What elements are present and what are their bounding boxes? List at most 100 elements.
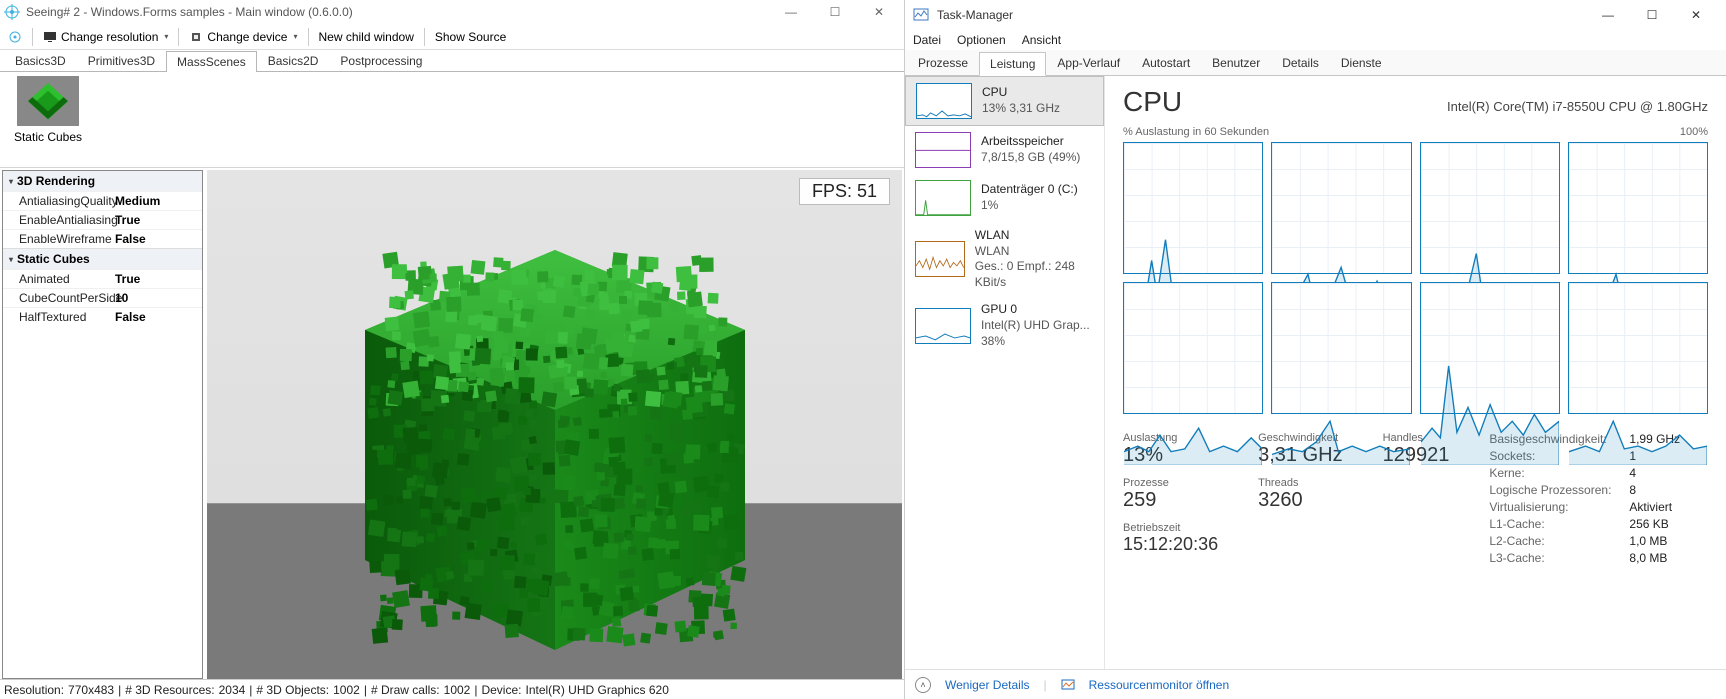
core-graph-4[interactable] bbox=[1123, 282, 1263, 414]
property-grid[interactable]: ▾3D Rendering AntialiasingQualityMedium … bbox=[2, 170, 203, 679]
chip-icon bbox=[189, 30, 203, 44]
sparkline-disk bbox=[915, 180, 971, 216]
panel-title: CPU bbox=[1123, 86, 1182, 118]
resmon-icon bbox=[1061, 678, 1075, 692]
3d-viewport[interactable]: FPS: 51 bbox=[207, 170, 902, 679]
tab-benutzer[interactable]: Benutzer bbox=[1201, 51, 1271, 75]
core-graphs[interactable] bbox=[1123, 142, 1708, 414]
status-objects-value: 1002 bbox=[333, 683, 360, 697]
graph-caption-left: % Auslastung in 60 Sekunden bbox=[1123, 126, 1269, 138]
toolbar: Change resolution▾ Change device▾ New ch… bbox=[0, 24, 904, 50]
sidebar-item-disk[interactable]: Datenträger 0 (C:)1% bbox=[905, 174, 1104, 222]
cube-mass bbox=[345, 240, 765, 660]
tab-postprocessing[interactable]: Postprocessing bbox=[329, 50, 433, 71]
minimize-button[interactable]: — bbox=[778, 5, 804, 19]
propgrid-row[interactable]: EnableWireframeFalse bbox=[3, 229, 202, 248]
sidebar-item-cpu[interactable]: CPU13% 3,31 GHz bbox=[905, 76, 1104, 126]
menubar: Datei Optionen Ansicht bbox=[905, 30, 1726, 50]
close-button[interactable]: ✕ bbox=[1674, 1, 1718, 29]
stat-threads: 3260 bbox=[1258, 489, 1342, 512]
task-manager-icon bbox=[913, 7, 929, 23]
sparkline-cpu bbox=[916, 83, 972, 119]
status-objects-label: # 3D Objects: bbox=[256, 683, 329, 697]
core-graph-6[interactable] bbox=[1420, 282, 1560, 414]
status-device-label: Device: bbox=[481, 683, 521, 697]
minimize-button[interactable]: — bbox=[1586, 1, 1630, 29]
cpu-panel: CPU Intel(R) Core(TM) i7-8550U CPU @ 1.8… bbox=[1105, 76, 1726, 669]
propgrid-row[interactable]: EnableAntialiasingTrue bbox=[3, 210, 202, 229]
tab-leistung[interactable]: Leistung bbox=[979, 52, 1046, 76]
tab-app-verlauf[interactable]: App-Verlauf bbox=[1046, 51, 1131, 75]
status-resolution-label: Resolution: bbox=[4, 683, 64, 697]
core-graph-7[interactable] bbox=[1568, 282, 1708, 414]
status-device-value: Intel(R) UHD Graphics 620 bbox=[525, 683, 668, 697]
show-source-button[interactable]: Show Source bbox=[431, 28, 510, 46]
tab-dienste[interactable]: Dienste bbox=[1330, 51, 1393, 75]
change-device-button[interactable]: Change device▾ bbox=[185, 28, 301, 46]
stat-processes: 259 bbox=[1123, 489, 1218, 512]
statusbar: Resolution: 770x483 | # 3D Resources: 20… bbox=[0, 679, 904, 699]
core-graph-3[interactable] bbox=[1568, 142, 1708, 274]
sparkline-net bbox=[915, 241, 965, 277]
thumb-static-cubes[interactable]: Static Cubes bbox=[8, 76, 88, 144]
seeing-sharp-window: Seeing# 2 - Windows.Forms samples - Main… bbox=[0, 0, 905, 699]
collapse-icon[interactable]: ▾ bbox=[9, 255, 13, 264]
sparkline-memory bbox=[915, 132, 971, 168]
window-controls: — ☐ ✕ bbox=[1586, 1, 1718, 29]
core-graph-1[interactable] bbox=[1271, 142, 1411, 274]
status-resources-value: 2034 bbox=[219, 683, 246, 697]
maximize-button[interactable]: ☐ bbox=[1630, 1, 1674, 29]
tab-details[interactable]: Details bbox=[1271, 51, 1330, 75]
menu-datei[interactable]: Datei bbox=[913, 33, 941, 47]
sidebar-item-gpu[interactable]: GPU 0Intel(R) UHD Grap...38% bbox=[905, 296, 1104, 355]
app-icon bbox=[4, 4, 20, 20]
propgrid-row[interactable]: AntialiasingQualityMedium bbox=[3, 191, 202, 210]
tabstrip: Basics3D Primitives3D MassScenes Basics2… bbox=[0, 50, 904, 72]
core-graph-5[interactable] bbox=[1271, 282, 1411, 414]
fps-overlay: FPS: 51 bbox=[799, 178, 890, 205]
stat-uptime: 15:12:20:36 bbox=[1123, 534, 1218, 555]
tab-basics3d[interactable]: Basics3D bbox=[4, 50, 77, 71]
tab-primitives3d[interactable]: Primitives3D bbox=[77, 50, 166, 71]
sample-thumbnails: Static Cubes bbox=[0, 72, 904, 168]
tm-tabstrip: Prozesse Leistung App-Verlauf Autostart … bbox=[905, 50, 1726, 76]
fewer-details-link[interactable]: Weniger Details bbox=[945, 678, 1029, 692]
performance-sidebar: CPU13% 3,31 GHz Arbeitsspeicher7,8/15,8 … bbox=[905, 76, 1105, 669]
sidebar-item-wlan[interactable]: WLANWLANGes.: 0 Empf.: 248 KBit/s bbox=[905, 222, 1104, 296]
open-resmon-link[interactable]: Ressourcenmonitor öffnen bbox=[1089, 678, 1230, 692]
chevron-up-icon[interactable]: ˄ bbox=[915, 677, 931, 693]
core-graph-0[interactable] bbox=[1123, 142, 1263, 274]
menu-ansicht[interactable]: Ansicht bbox=[1022, 33, 1061, 47]
tm-titlebar[interactable]: Task-Manager — ☐ ✕ bbox=[905, 0, 1726, 30]
sidebar-item-memory[interactable]: Arbeitsspeicher7,8/15,8 GB (49%) bbox=[905, 126, 1104, 174]
tm-title: Task-Manager bbox=[937, 8, 1586, 22]
propgrid-category[interactable]: ▾3D Rendering bbox=[3, 171, 202, 191]
collapse-icon[interactable]: ▾ bbox=[9, 177, 13, 186]
tab-prozesse[interactable]: Prozesse bbox=[907, 51, 979, 75]
tab-massscenes[interactable]: MassScenes bbox=[166, 51, 257, 72]
app-menu-button[interactable] bbox=[4, 28, 26, 46]
status-drawcalls-value: 1002 bbox=[444, 683, 471, 697]
window-title: Seeing# 2 - Windows.Forms samples - Main… bbox=[26, 5, 778, 19]
propgrid-row[interactable]: AnimatedTrue bbox=[3, 269, 202, 288]
status-resolution-value: 770x483 bbox=[68, 683, 114, 697]
propgrid-row[interactable]: HalfTexturedFalse bbox=[3, 307, 202, 326]
menu-optionen[interactable]: Optionen bbox=[957, 33, 1006, 47]
propgrid-category[interactable]: ▾Static Cubes bbox=[3, 248, 202, 269]
core-graph-2[interactable] bbox=[1420, 142, 1560, 274]
close-button[interactable]: ✕ bbox=[866, 5, 892, 19]
sparkline-gpu bbox=[915, 308, 971, 344]
tm-footer: ˄ Weniger Details | Ressourcenmonitor öf… bbox=[905, 669, 1726, 699]
maximize-button[interactable]: ☐ bbox=[822, 5, 848, 19]
monitor-icon bbox=[43, 30, 57, 44]
new-child-window-button[interactable]: New child window bbox=[315, 28, 418, 46]
cpu-model: Intel(R) Core(TM) i7-8550U CPU @ 1.80GHz bbox=[1447, 99, 1708, 114]
left-titlebar[interactable]: Seeing# 2 - Windows.Forms samples - Main… bbox=[0, 0, 904, 24]
status-drawcalls-label: # Draw calls: bbox=[371, 683, 440, 697]
propgrid-row[interactable]: CubeCountPerSide10 bbox=[3, 288, 202, 307]
status-resources-label: # 3D Resources: bbox=[125, 683, 214, 697]
tab-basics2d[interactable]: Basics2D bbox=[257, 50, 330, 71]
tab-autostart[interactable]: Autostart bbox=[1131, 51, 1201, 75]
change-resolution-button[interactable]: Change resolution▾ bbox=[39, 28, 172, 46]
thumb-label: Static Cubes bbox=[8, 130, 88, 144]
